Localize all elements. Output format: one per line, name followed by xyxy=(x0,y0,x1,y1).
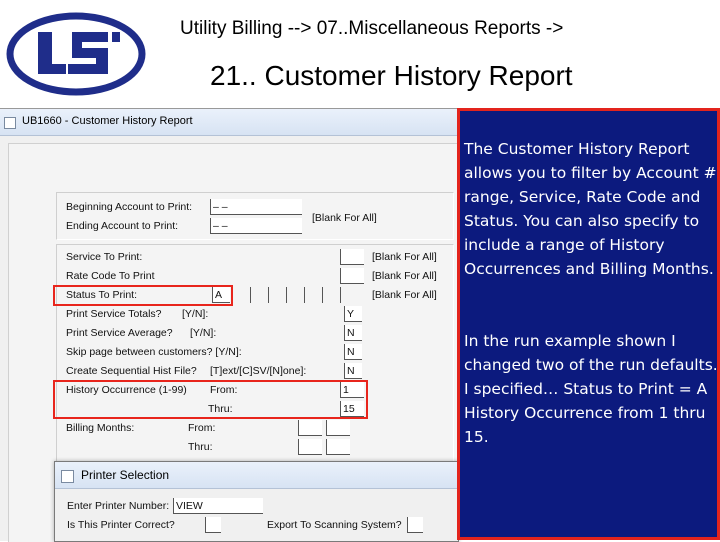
service-totals-label: Print Service Totals? xyxy=(66,308,162,320)
export-scanning-label: Export To Scanning System? xyxy=(267,519,402,531)
printer-correct-label: Is This Printer Correct? xyxy=(67,519,175,531)
logo-icon xyxy=(6,12,146,96)
printer-dialog-titlebar: Printer Selection xyxy=(55,462,458,489)
printer-number-input[interactable]: VIEW xyxy=(173,498,263,514)
status-cell xyxy=(304,287,305,303)
begin-account-label: Beginning Account to Print: xyxy=(66,201,193,213)
account-blank-hint: [Blank For All] xyxy=(312,212,377,224)
billing-from-label: From: xyxy=(188,422,216,434)
status-cell xyxy=(340,287,341,303)
billing-thru-year-input[interactable] xyxy=(326,439,350,455)
printer-number-label: Enter Printer Number: xyxy=(67,500,170,512)
service-label: Service To Print: xyxy=(66,251,143,263)
history-highlight xyxy=(53,380,368,419)
end-account-input[interactable]: – – xyxy=(210,218,302,234)
window-titlebar: UB1660 - Customer History Report xyxy=(0,109,457,136)
rate-code-hint: [Blank For All] xyxy=(372,270,437,282)
status-cell xyxy=(250,287,251,303)
service-average-input[interactable]: N xyxy=(344,325,362,341)
printer-dialog-title: Printer Selection xyxy=(81,468,170,482)
window-title: UB1660 - Customer History Report xyxy=(22,115,193,127)
seq-file-hint: [T]ext/[C]SV/[N]one]: xyxy=(210,365,307,377)
status-hint: [Blank For All] xyxy=(372,289,437,301)
breadcrumb: Utility Billing --> 07..Miscellaneous Re… xyxy=(180,18,564,39)
callout-paragraph-2: In the run example shown I changed two o… xyxy=(464,332,718,446)
billing-from-year-input[interactable] xyxy=(326,420,350,436)
seq-file-label: Create Sequential Hist File? xyxy=(66,365,197,377)
window-icon xyxy=(61,470,74,483)
printer-correct-input[interactable] xyxy=(205,517,221,533)
callout-paragraph-1: The Customer History Report allows you t… xyxy=(464,140,717,278)
begin-account-input[interactable]: – – xyxy=(210,199,302,215)
end-account-label: Ending Account to Print: xyxy=(66,220,179,232)
billing-thru-month-input[interactable] xyxy=(298,439,322,455)
billing-thru-label: Thru: xyxy=(188,441,213,453)
service-totals-hint: [Y/N]: xyxy=(182,308,209,320)
rate-code-label: Rate Code To Print xyxy=(66,270,155,282)
status-cell xyxy=(322,287,323,303)
explanation-callout: The Customer History Report allows you t… xyxy=(457,108,720,540)
slide-header: Utility Billing --> 07..Miscellaneous Re… xyxy=(0,0,720,108)
export-scanning-input[interactable] xyxy=(407,517,423,533)
billing-label: Billing Months: xyxy=(66,422,135,434)
window-icon xyxy=(4,117,16,129)
skip-page-input[interactable]: N xyxy=(344,344,362,360)
page-title: 21.. Customer History Report xyxy=(210,60,573,91)
service-totals-input[interactable]: Y xyxy=(344,306,362,322)
seq-file-input[interactable]: N xyxy=(344,363,362,379)
status-cell xyxy=(268,287,269,303)
service-input[interactable] xyxy=(340,249,364,265)
skip-page-label: Skip page between customers? [Y/N]: xyxy=(66,346,242,358)
service-hint: [Blank For All] xyxy=(372,251,437,263)
service-average-hint: [Y/N]: xyxy=(190,327,217,339)
status-highlight xyxy=(53,285,233,306)
rate-code-input[interactable] xyxy=(340,268,364,284)
service-average-label: Print Service Average? xyxy=(66,327,173,339)
billing-from-month-input[interactable] xyxy=(298,420,322,436)
printer-dialog: Printer Selection Enter Printer Number: … xyxy=(54,461,459,542)
status-cell xyxy=(286,287,287,303)
